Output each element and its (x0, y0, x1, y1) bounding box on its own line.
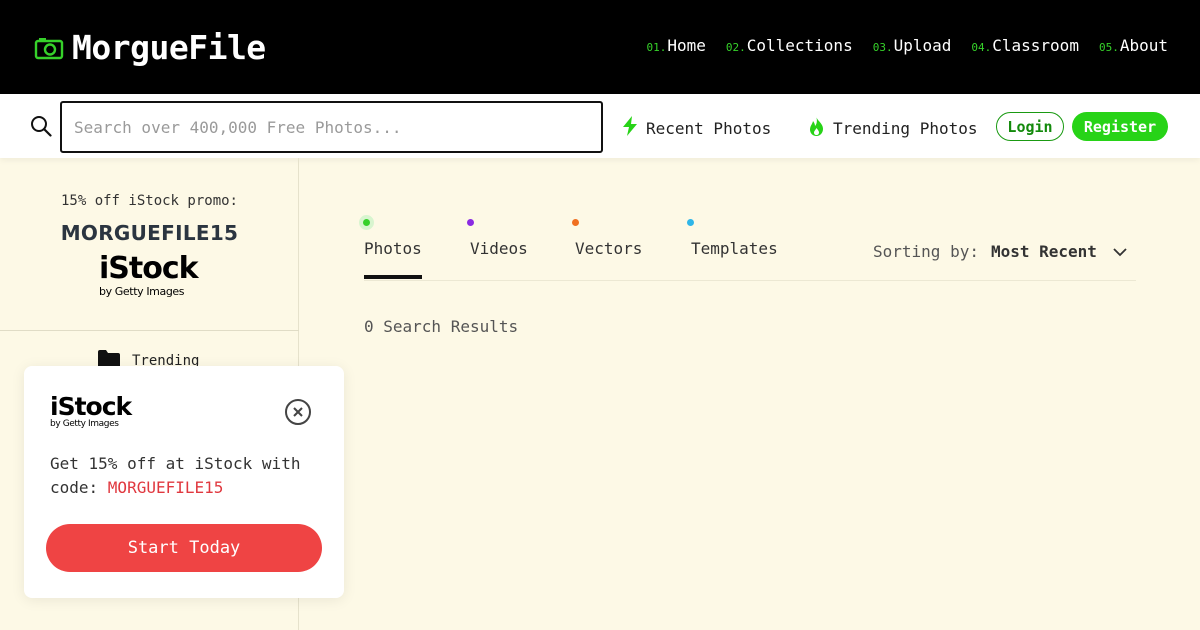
nav-label: Home (667, 36, 706, 55)
top-header: MorgueFile 01. Home 02. Collections 03. Upl… (0, 0, 1200, 94)
chevron-down-icon (1113, 242, 1127, 261)
istock-logo[interactable]: iStock by Getty Images (99, 251, 199, 298)
recent-photos-label: Recent Photos (646, 118, 772, 138)
flame-icon (808, 116, 825, 140)
tab-dot (467, 219, 474, 226)
popup-code: MORGUEFILE15 (107, 478, 224, 497)
tab-label: Templates (691, 239, 778, 258)
search-toolbar: Recent Photos Trending Photos Login Regi… (0, 94, 1200, 158)
nav-label: Classroom (992, 36, 1079, 55)
logo[interactable]: MorgueFile (34, 28, 266, 67)
tab-label: Photos (364, 239, 422, 258)
nav-number: 05. (1098, 41, 1119, 54)
nav-number: 01. (646, 41, 667, 54)
promo-label: 15% off iStock promo: (60, 193, 238, 209)
register-button[interactable]: Register (1072, 112, 1168, 141)
istock-promo-popup: iStock by Getty Images Get 15% off at iS… (24, 366, 344, 598)
tab-active-underline (364, 275, 422, 279)
trending-photos-link[interactable]: Trending Photos (808, 116, 978, 140)
nav-classroom[interactable]: 04. Classroom (971, 36, 1079, 55)
tab-dot (572, 219, 579, 226)
nav-label: Upload (893, 36, 952, 55)
nav-number: 02. (725, 41, 746, 54)
popup-message: Get 15% off at iStock with code: MORGUEF… (50, 452, 320, 500)
sort-dropdown[interactable]: Sorting by: Most Recent (873, 242, 1127, 261)
camera-icon (34, 36, 64, 60)
results-count: 0 Search Results (364, 317, 519, 336)
nav-home[interactable]: 01. Home (646, 36, 705, 55)
sort-label: Sorting by: (873, 242, 979, 261)
search-icon[interactable] (30, 115, 52, 141)
istock-tagline: by Getty Images (99, 285, 185, 298)
promo-code: MORGUEFILE15 (60, 221, 239, 245)
nav-collections[interactable]: 02. Collections (726, 36, 853, 55)
nav-upload[interactable]: 03. Upload (873, 36, 952, 55)
istock-wordmark: iStock (50, 392, 132, 421)
sidebar-divider (0, 330, 299, 331)
nav-number: 03. (872, 41, 893, 54)
tab-dot (363, 219, 370, 226)
logo-text: MorgueFile (72, 28, 266, 67)
login-button[interactable]: Login (996, 112, 1064, 141)
main-nav: 01. Home 02. Collections 03. Upload 04. Clas… (646, 36, 1168, 55)
recent-photos-link[interactable]: Recent Photos (622, 116, 771, 140)
trending-photos-label: Trending Photos (833, 118, 978, 138)
divider (794, 280, 1136, 281)
search-input[interactable] (60, 101, 603, 153)
close-icon[interactable] (284, 398, 312, 426)
istock-tagline: by Getty Images (50, 419, 119, 429)
nav-label: About (1119, 36, 1168, 55)
tab-label: Vectors (575, 239, 643, 258)
nav-about[interactable]: 05. About (1099, 36, 1168, 55)
nav-number: 04. (971, 41, 992, 54)
sort-value: Most Recent (990, 242, 1097, 261)
media-tabs: Photos Videos Vectors Templates (363, 215, 794, 281)
istock-logo[interactable]: iStock by Getty Images (50, 392, 132, 429)
start-today-button[interactable]: Start Today (46, 524, 322, 572)
tab-dot (687, 219, 694, 226)
nav-label: Collections (746, 36, 853, 55)
istock-wordmark: iStock (99, 251, 199, 286)
tab-label: Videos (470, 239, 528, 258)
lightning-icon (622, 116, 638, 140)
